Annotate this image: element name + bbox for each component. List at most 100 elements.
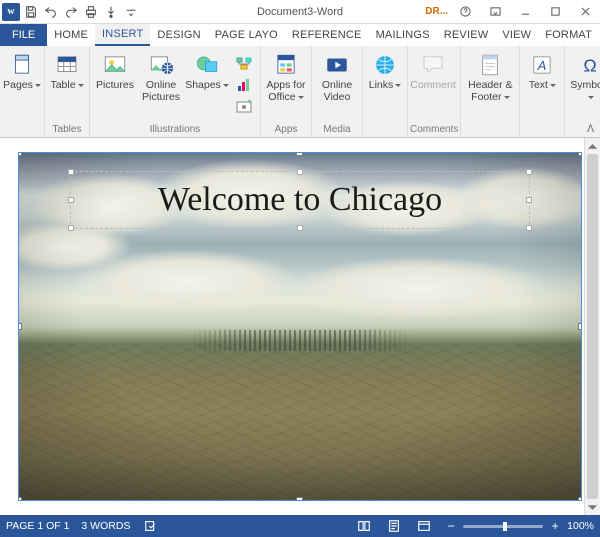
group-header-footer: Header & Footer xyxy=(461,46,520,137)
group-apps: Apps for Office Apps xyxy=(261,46,312,137)
header-footer-icon xyxy=(476,51,504,79)
svg-text:A: A xyxy=(537,58,547,73)
tab-file[interactable]: FILE xyxy=(0,24,47,46)
text-button[interactable]: A Text xyxy=(522,49,562,92)
group-symbols: Ω Symbols xyxy=(565,46,600,137)
online-video-icon xyxy=(323,51,351,79)
resize-handle[interactable] xyxy=(18,323,22,330)
online-pictures-button[interactable]: Online Pictures xyxy=(138,49,184,103)
symbols-button[interactable]: Ω Symbols xyxy=(567,49,600,103)
textbox-handle[interactable] xyxy=(68,169,74,175)
tab-review[interactable]: REVIEW xyxy=(437,24,496,46)
pictures-label: Pictures xyxy=(96,80,134,92)
textbox-handle[interactable] xyxy=(297,225,303,231)
close-icon[interactable] xyxy=(572,2,598,22)
tab-page-layout[interactable]: PAGE LAYO xyxy=(208,24,285,46)
undo-icon[interactable] xyxy=(42,3,60,21)
spellcheck-icon[interactable] xyxy=(142,517,160,535)
quick-access-toolbar: w xyxy=(0,3,140,21)
shapes-icon xyxy=(193,51,221,79)
word-app-icon: w xyxy=(2,3,20,21)
header-footer-label: Header & Footer xyxy=(463,80,517,103)
touch-mode-icon[interactable] xyxy=(102,3,120,21)
status-bar: PAGE 1 OF 1 3 WORDS − + 100% xyxy=(0,515,600,537)
print-icon[interactable] xyxy=(82,3,100,21)
status-page[interactable]: PAGE 1 OF 1 xyxy=(6,520,69,532)
textbox-handle[interactable] xyxy=(526,169,532,175)
chart-icon[interactable] xyxy=(234,75,254,95)
resize-handle[interactable] xyxy=(18,152,22,156)
document-canvas[interactable]: Welcome to Chicago xyxy=(0,138,600,515)
tab-mailings[interactable]: MAILINGS xyxy=(369,24,437,46)
textbox-handle[interactable] xyxy=(297,169,303,175)
group-media: Online Video Media xyxy=(312,46,363,137)
tab-references[interactable]: REFERENCE xyxy=(285,24,369,46)
text-label: Text xyxy=(529,80,556,92)
ribbon-tabs: FILE HOME INSERT DESIGN PAGE LAYO REFERE… xyxy=(0,24,600,46)
scroll-thumb[interactable] xyxy=(587,154,598,499)
scroll-down-icon[interactable] xyxy=(585,499,600,515)
account-badge[interactable]: DR... xyxy=(425,6,448,17)
zoom-slider[interactable] xyxy=(463,525,543,528)
video-label: Online Video xyxy=(314,80,360,103)
textbox-handle[interactable] xyxy=(68,225,74,231)
online-video-button[interactable]: Online Video xyxy=(314,49,360,103)
zoom-control: − + 100% xyxy=(445,520,594,532)
qat-customize-icon[interactable] xyxy=(122,3,140,21)
tab-design[interactable]: DESIGN xyxy=(150,24,207,46)
ribbon: Pages Table Tables Pictures Online Pictu… xyxy=(0,46,600,138)
pages-label: Pages xyxy=(3,80,41,92)
print-layout-icon[interactable] xyxy=(385,517,403,535)
inserted-picture[interactable]: Welcome to Chicago xyxy=(18,152,582,501)
resize-handle[interactable] xyxy=(296,497,303,501)
textbox-handle[interactable] xyxy=(526,197,532,203)
read-mode-icon[interactable] xyxy=(355,517,373,535)
screenshot-icon[interactable] xyxy=(234,97,254,117)
symbols-label: Symbols xyxy=(567,80,600,103)
links-icon xyxy=(371,51,399,79)
comment-label: Comment xyxy=(410,80,456,92)
text-box[interactable]: Welcome to Chicago xyxy=(70,171,531,229)
smartart-icon[interactable] xyxy=(234,53,254,73)
textbox-handle[interactable] xyxy=(526,225,532,231)
vertical-scrollbar[interactable] xyxy=(584,138,600,515)
collapse-ribbon-icon[interactable]: ᐱ xyxy=(587,124,594,135)
help-icon[interactable] xyxy=(452,2,478,22)
resize-handle[interactable] xyxy=(578,497,582,501)
textbox-handle[interactable] xyxy=(68,197,74,203)
scroll-up-icon[interactable] xyxy=(585,138,600,154)
table-button[interactable]: Table xyxy=(47,49,87,92)
shapes-button[interactable]: Shapes xyxy=(184,49,230,92)
resize-handle[interactable] xyxy=(578,152,582,156)
links-button[interactable]: Links xyxy=(365,49,405,92)
resize-handle[interactable] xyxy=(18,497,22,501)
apps-for-office-button[interactable]: Apps for Office xyxy=(263,49,309,103)
maximize-icon[interactable] xyxy=(542,2,568,22)
minimize-icon[interactable] xyxy=(512,2,538,22)
save-icon[interactable] xyxy=(22,3,40,21)
header-footer-button[interactable]: Header & Footer xyxy=(463,49,517,103)
tab-insert[interactable]: INSERT xyxy=(95,24,150,46)
web-layout-icon[interactable] xyxy=(415,517,433,535)
pages-button[interactable]: Pages xyxy=(2,49,42,92)
tab-format[interactable]: FORMAT xyxy=(538,24,599,46)
window-title: Document3 - Word xyxy=(257,6,343,18)
redo-icon[interactable] xyxy=(62,3,80,21)
shapes-label: Shapes xyxy=(185,80,229,92)
tab-view[interactable]: VIEW xyxy=(495,24,538,46)
zoom-percent[interactable]: 100% xyxy=(567,520,594,532)
tab-home[interactable]: HOME xyxy=(47,24,95,46)
ribbon-options-icon[interactable] xyxy=(482,2,508,22)
zoom-slider-thumb[interactable] xyxy=(503,522,507,531)
links-label: Links xyxy=(369,80,402,92)
text-icon: A xyxy=(528,51,556,79)
zoom-in-button[interactable]: + xyxy=(549,520,561,532)
comment-button: Comment xyxy=(410,49,456,92)
resize-handle[interactable] xyxy=(296,152,303,156)
pictures-button[interactable]: Pictures xyxy=(92,49,138,92)
pages-icon xyxy=(8,51,36,79)
resize-handle[interactable] xyxy=(578,323,582,330)
zoom-out-button[interactable]: − xyxy=(445,520,457,532)
table-icon xyxy=(53,51,81,79)
status-words[interactable]: 3 WORDS xyxy=(81,520,130,532)
